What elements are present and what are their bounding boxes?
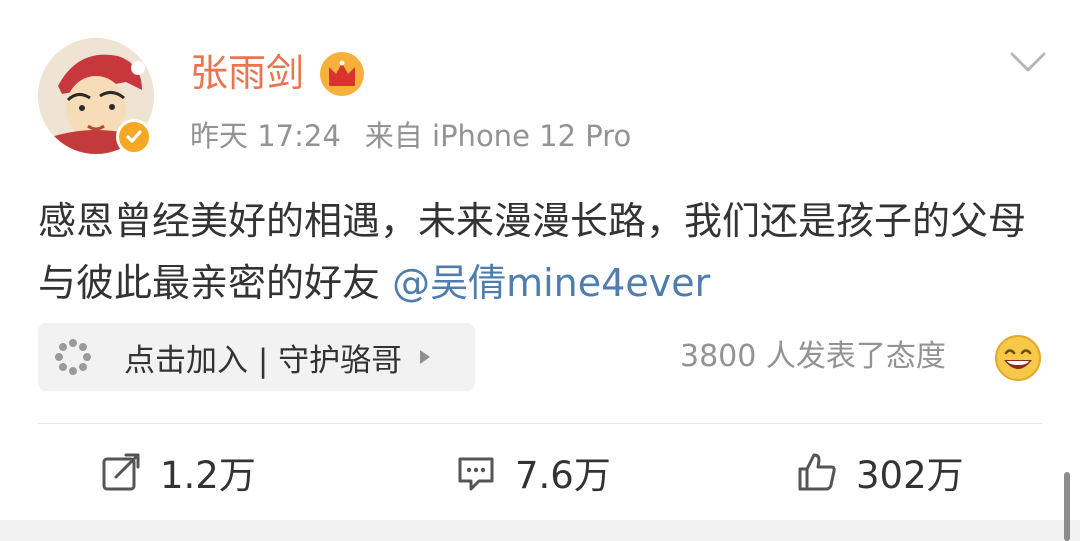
repost-button[interactable]: 1.2万	[100, 444, 256, 500]
super-topic-label: 点击加入 | 守护骆哥	[124, 342, 403, 379]
post-source[interactable]: 来自 iPhone 12 Pro	[365, 119, 631, 153]
verified-badge-icon	[116, 119, 152, 155]
repost-count: 1.2万	[160, 454, 256, 497]
like-button[interactable]: 302万	[796, 444, 964, 500]
comment-icon	[458, 457, 494, 491]
attitude-summary[interactable]: 3800 人发表了态度	[680, 334, 946, 380]
triangle-right-icon	[420, 350, 431, 364]
comment-count: 7.6万	[515, 454, 611, 497]
crown-icon[interactable]	[318, 50, 366, 96]
chevron-down-icon[interactable]	[1008, 48, 1048, 76]
divider	[38, 423, 1042, 424]
comment-button[interactable]: 7.6万	[455, 444, 611, 500]
laughing-emoji-icon[interactable]	[994, 334, 1042, 382]
post-content: 感恩曾经美好的相遇，未来漫漫长路，我们还是孩子的父母与彼此最亲密的好友 @吴倩m…	[38, 190, 1048, 314]
thumbs-up-icon	[798, 453, 836, 491]
author-name[interactable]: 张雨剑	[190, 50, 304, 96]
like-count: 302万	[856, 454, 964, 497]
post-time: 昨天 17:24	[190, 119, 341, 153]
feed-separator	[0, 520, 1080, 541]
super-topic-chip[interactable]: 点击加入 | 守护骆哥	[38, 323, 475, 391]
post-meta: 昨天 17:24 来自 iPhone 12 Pro	[190, 116, 631, 156]
scrollbar[interactable]	[1064, 472, 1070, 541]
super-topic-icon	[55, 339, 91, 375]
mention-link[interactable]: @吴倩mine4ever	[392, 261, 710, 305]
repost-icon	[102, 453, 140, 491]
